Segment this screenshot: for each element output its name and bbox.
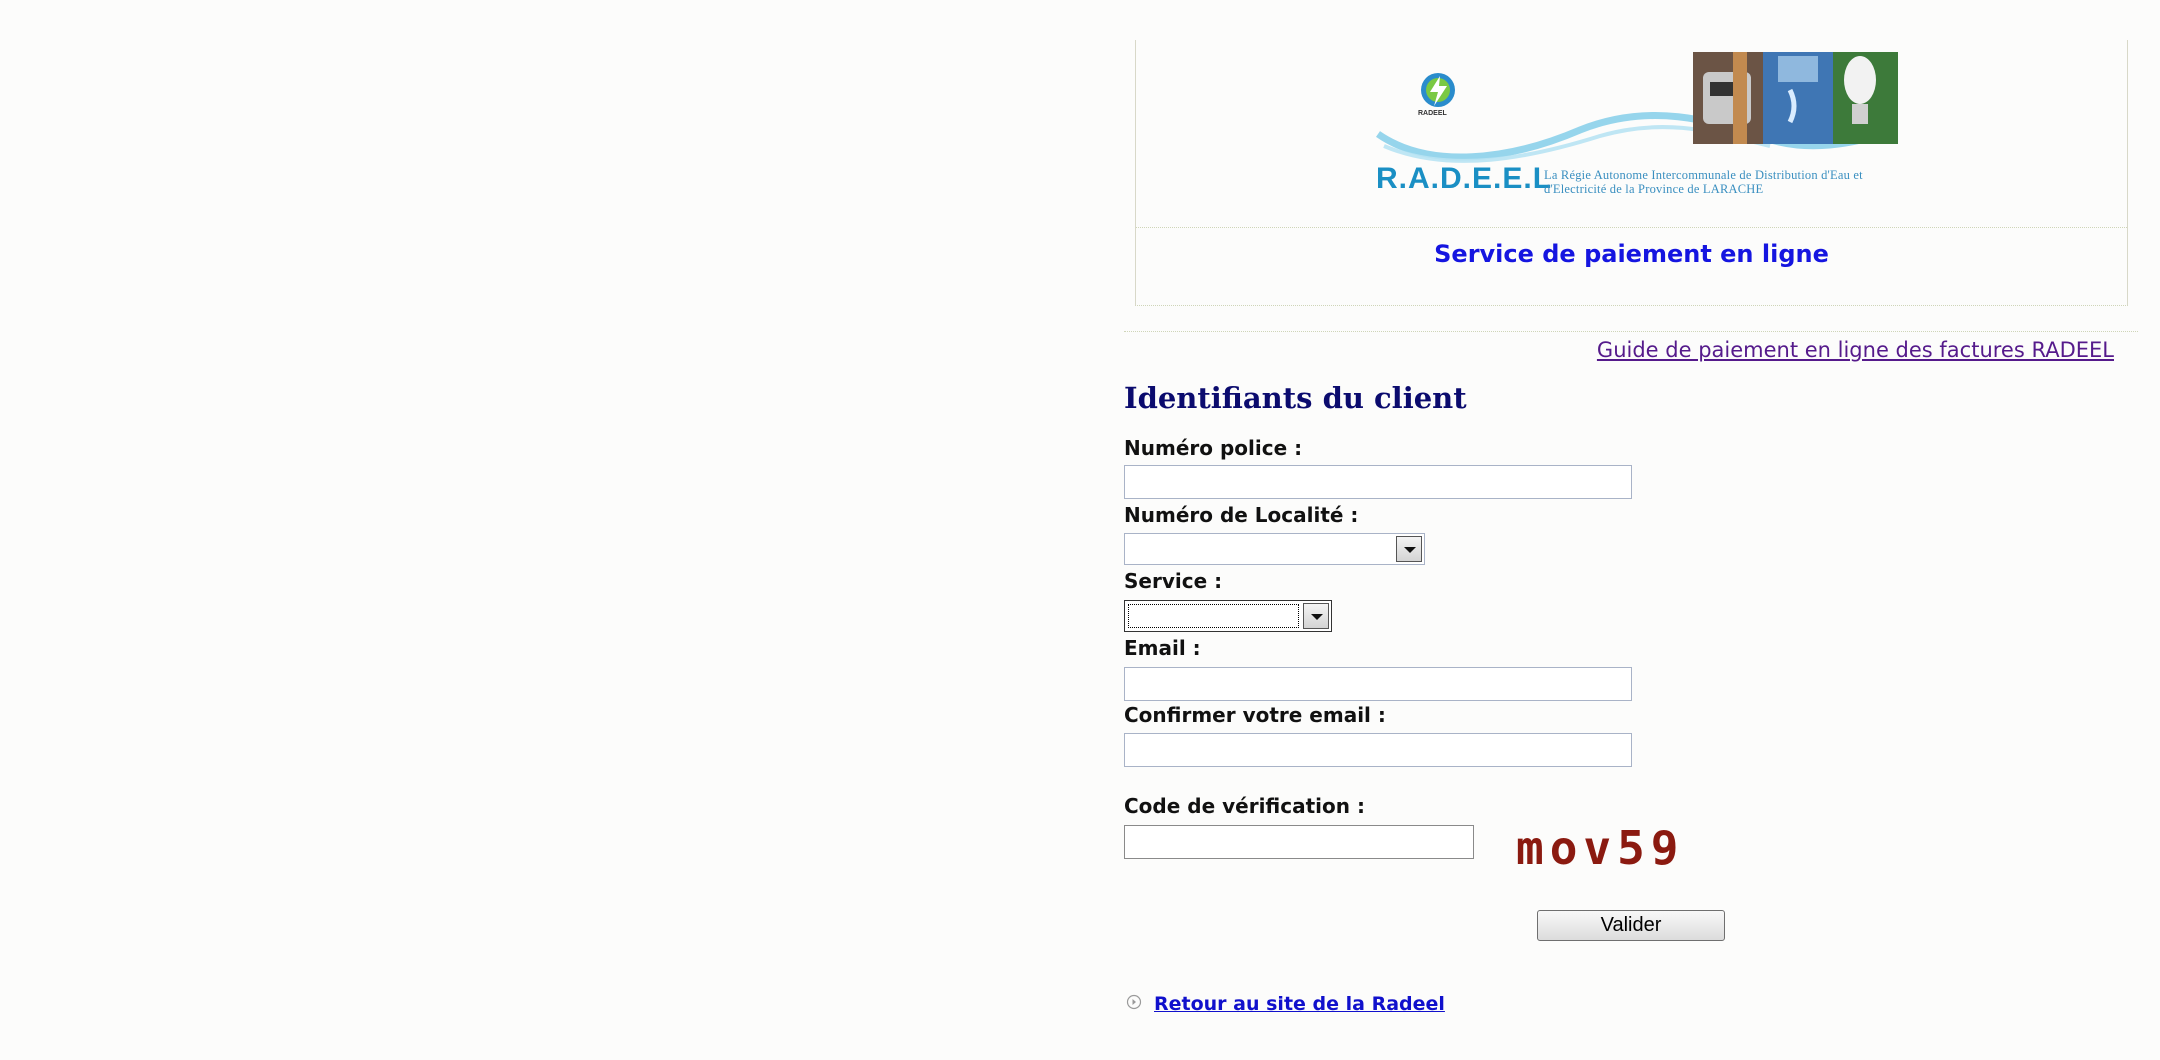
email-label: Email : — [1124, 636, 1201, 660]
focus-ring — [1128, 604, 1299, 628]
localite-label: Numéro de Localité : — [1124, 503, 1359, 527]
code-input[interactable] — [1124, 825, 1474, 859]
guide-link[interactable]: Guide de paiement en ligne des factures … — [1597, 338, 2114, 362]
section-divider — [1124, 331, 2138, 332]
header-divider — [1136, 227, 2127, 228]
police-label: Numéro police : — [1124, 436, 1303, 460]
email-input[interactable] — [1124, 667, 1632, 701]
circle-arrow-icon — [1126, 994, 1142, 1010]
service-select[interactable] — [1124, 600, 1332, 632]
service-label: Service : — [1124, 569, 1223, 593]
logo-caption: RADEEL — [1418, 110, 1447, 117]
logo-wordmark: R.A.D.E.E.L — [1376, 162, 1553, 195]
localite-select[interactable] — [1124, 533, 1425, 565]
code-label: Code de vérification : — [1124, 794, 1365, 818]
captcha-text: mov59 — [1516, 821, 1684, 875]
chevron-down-icon[interactable] — [1396, 536, 1422, 562]
page-title: Service de paiement en ligne — [1434, 240, 1829, 268]
confirm-email-label: Confirmer votre email : — [1124, 703, 1386, 727]
back-to-site-link[interactable]: Retour au site de la Radeel — [1154, 993, 1445, 1015]
captcha-image: mov59 — [1516, 821, 1684, 875]
valider-button[interactable]: Valider — [1537, 910, 1725, 941]
police-input[interactable] — [1124, 465, 1632, 499]
section-title: Identifiants du client — [1124, 381, 1467, 415]
confirm-email-input[interactable] — [1124, 733, 1632, 767]
chevron-down-icon[interactable] — [1303, 603, 1329, 629]
logo-tagline: La Régie Autonome Intercommunale de Dist… — [1544, 168, 1863, 196]
